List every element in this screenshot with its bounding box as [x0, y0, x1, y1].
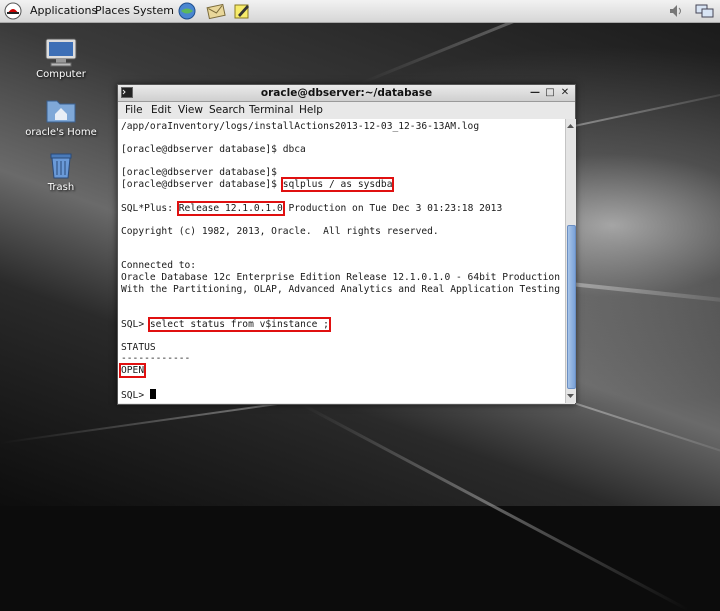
text-cursor [149, 389, 156, 399]
prompt: [oracle@dbserver database]$ [121, 179, 283, 190]
output-line: SQL*Plus: Release 12.1.0.1.0 Production … [121, 201, 503, 216]
output-line: SQL> select status from v$instance ; [121, 317, 331, 332]
menu-search[interactable]: Search [209, 104, 245, 116]
output-line: SQL> [121, 389, 156, 402]
sqlplus-suffix: Production on Tue Dec 3 01:23:18 2013 [282, 203, 503, 214]
terminal-app-icon [121, 87, 133, 98]
scroll-up-icon[interactable] [566, 121, 575, 131]
output-line: STATUS [121, 342, 156, 353]
sql-prompt: SQL> [121, 319, 150, 330]
output-line: OPEN [118, 363, 147, 378]
trash-icon [46, 150, 76, 180]
terminal-window: oracle@dbserver:~/database — □ ✕ File Ed… [117, 84, 576, 405]
home-folder-icon [45, 95, 77, 125]
menu-help[interactable]: Help [299, 104, 323, 116]
places-menu[interactable]: Places [95, 4, 130, 17]
output-line: /app/oraInventory/logs/installActions201… [121, 121, 480, 132]
terminal-output[interactable]: /app/oraInventory/logs/installActions201… [118, 119, 565, 403]
output-line: Connected to: [121, 260, 197, 271]
output-line: [oracle@dbserver database]$ [121, 167, 277, 178]
maximize-button[interactable]: □ [544, 87, 556, 98]
top-panel: Applications Places System [0, 0, 720, 23]
output-line: ------------ [121, 353, 191, 364]
output-line: Oracle Database 12c Enterprise Edition R… [121, 272, 560, 283]
network-icon[interactable] [695, 2, 714, 20]
scroll-down-icon[interactable] [566, 391, 575, 401]
home-label: oracle's Home [25, 127, 97, 138]
email-client-icon[interactable] [206, 2, 226, 20]
highlighted-command-sqlplus: sqlplus / as sysdba [280, 177, 395, 192]
menu-edit[interactable]: Edit [151, 104, 171, 116]
computer-icon [44, 37, 78, 67]
vertical-scrollbar[interactable] [565, 119, 576, 403]
sqlplus-prefix: SQL*Plus: [121, 203, 179, 214]
menu-view[interactable]: View [178, 104, 203, 116]
menu-terminal[interactable]: Terminal [249, 104, 293, 116]
terminal-titlebar[interactable]: oracle@dbserver:~/database — □ ✕ [118, 85, 575, 102]
close-button[interactable]: ✕ [559, 87, 571, 98]
menu-file[interactable]: File [125, 104, 143, 116]
highlighted-status-query: select status from v$instance ; [147, 317, 331, 332]
terminal-title: oracle@dbserver:~/database [260, 87, 433, 99]
applications-menu[interactable]: Applications [30, 4, 97, 17]
trash-label: Trash [47, 182, 75, 193]
home-desktop-icon[interactable]: oracle's Home [19, 95, 103, 138]
output-line: [oracle@dbserver database]$ sqlplus / as… [121, 177, 395, 192]
sql-prompt: SQL> [121, 390, 150, 401]
redhat-logo-icon[interactable] [4, 2, 22, 20]
output-line: Copyright (c) 1982, 2013, Oracle. All ri… [121, 226, 439, 237]
system-menu[interactable]: System [133, 4, 174, 17]
trash-desktop-icon[interactable]: Trash [19, 150, 103, 193]
terminal-menubar: File Edit View Search Terminal Help [118, 102, 575, 118]
output-line: [oracle@dbserver database]$ dbca [121, 144, 306, 155]
web-browser-icon[interactable] [178, 2, 196, 20]
minimize-button[interactable]: — [529, 87, 541, 98]
scroll-thumb[interactable] [567, 225, 576, 389]
notes-editor-icon[interactable] [233, 2, 251, 20]
volume-icon[interactable] [667, 2, 685, 20]
computer-desktop-icon[interactable]: Computer [19, 37, 103, 80]
highlighted-release-version: Release 12.1.0.1.0 [176, 201, 285, 216]
highlighted-open-status: OPEN [118, 363, 147, 378]
output-line: With the Partitioning, OLAP, Advanced An… [121, 284, 565, 295]
computer-label: Computer [36, 69, 86, 80]
